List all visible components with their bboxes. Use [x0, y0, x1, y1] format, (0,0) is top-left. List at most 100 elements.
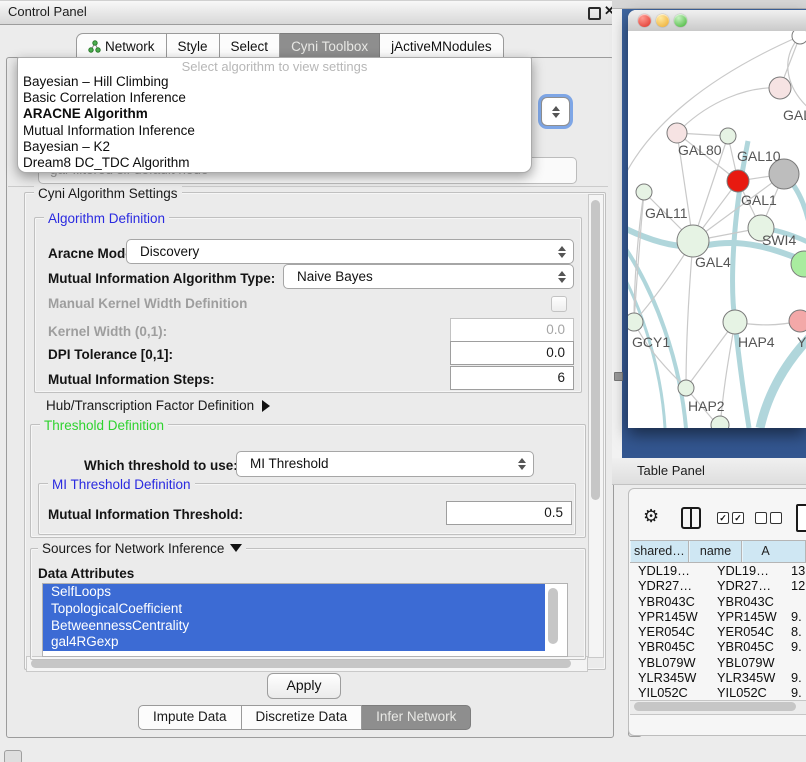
table-cell[interactable]: YPR145W — [630, 609, 710, 624]
column-header[interactable]: A — [742, 541, 806, 562]
table-cell[interactable]: YPR145W — [710, 609, 783, 624]
column-header[interactable]: name — [689, 541, 743, 562]
node-table[interactable]: shared… name A YDL19…YDL19…13YDR27…YDR27… — [630, 540, 806, 698]
tab-network[interactable]: Network — [76, 33, 167, 58]
close-window-icon[interactable] — [638, 14, 651, 27]
table-horizontal-scrollbar[interactable] — [630, 700, 806, 715]
algorithm-option[interactable]: Basic Correlation Inference — [18, 90, 531, 106]
network-node[interactable] — [678, 380, 694, 396]
network-node[interactable] — [628, 313, 643, 331]
hub-definition-expander[interactable]: Hub/Transcription Factor Definition — [46, 398, 270, 413]
table-cell[interactable]: YER054C — [710, 624, 783, 639]
attribute-item[interactable]: SelfLoops — [43, 584, 545, 601]
table-row[interactable]: YBL079WYBL079W — [630, 655, 806, 670]
algorithm-option[interactable]: Bayesian – K2 — [18, 139, 531, 155]
algorithm-option[interactable]: Bayesian – Hill Climbing — [18, 74, 531, 90]
network-node[interactable] — [769, 77, 791, 99]
table-cell[interactable]: YBL079W — [630, 655, 710, 670]
attribute-item[interactable]: BetweennessCentrality — [43, 618, 545, 635]
focused-combobox-fragment[interactable] — [541, 97, 570, 126]
table-cell[interactable]: YBR043C — [710, 594, 783, 609]
table-row[interactable]: YDL19…YDL19…13 — [630, 563, 806, 578]
float-panel-icon[interactable] — [588, 7, 601, 20]
gear-icon[interactable]: ⚙ — [643, 506, 659, 527]
select-all-checkbox-icon[interactable]: ✓ ✓ — [717, 512, 744, 524]
data-attributes-list[interactable]: SelfLoopsTopologicalCoefficientBetweenne… — [42, 583, 568, 657]
deselect-all-checkbox-icon[interactable] — [755, 512, 782, 524]
network-window-titlebar[interactable] — [628, 10, 806, 32]
attribute-item[interactable]: gal4RGexp — [43, 634, 545, 651]
network-node[interactable] — [677, 225, 709, 257]
dpi-tolerance-field[interactable]: 0.0 — [450, 341, 574, 365]
table-cell[interactable]: YDR27… — [630, 578, 710, 593]
table-cell[interactable]: YDR27… — [710, 578, 783, 593]
table-cell[interactable]: 9. — [783, 609, 802, 624]
mi-threshold-field[interactable]: 0.5 — [446, 501, 572, 525]
scrollbar-thumb[interactable] — [591, 200, 600, 500]
tab-impute-data[interactable]: Impute Data — [138, 705, 242, 730]
table-cell[interactable]: YER054C — [630, 624, 710, 639]
collapsed-arrow-icon[interactable] — [262, 400, 270, 412]
table-row[interactable]: YDR27…YDR27…12 — [630, 578, 806, 593]
table-cell[interactable]: 9. — [783, 685, 802, 698]
attribute-item[interactable]: TopologicalCoefficient — [43, 601, 545, 618]
network-node[interactable] — [723, 310, 747, 334]
algorithm-option[interactable]: ARACNE Algorithm — [18, 106, 531, 122]
table-row[interactable]: YPR145WYPR145W9. — [630, 609, 806, 624]
table-cell[interactable]: 9. — [783, 670, 802, 685]
network-node[interactable] — [667, 123, 687, 143]
minimize-window-icon[interactable] — [656, 14, 669, 27]
tab-infer-network[interactable]: Infer Network — [362, 705, 471, 730]
mi-steps-field[interactable]: 6 — [450, 366, 574, 390]
table-cell[interactable]: YIL052C — [630, 685, 710, 698]
tab-cyni-toolbox[interactable]: Cyni Toolbox — [280, 33, 380, 58]
table-row[interactable]: YBR045CYBR045C9. — [630, 639, 806, 654]
tab-select[interactable]: Select — [220, 33, 281, 58]
table-cell[interactable]: YBL079W — [710, 655, 783, 670]
tab-discretize-data[interactable]: Discretize Data — [242, 705, 363, 730]
table-cell[interactable]: 9. — [783, 639, 802, 654]
aracne-mode-combobox[interactable]: Discovery — [126, 239, 574, 264]
algorithm-option[interactable]: Mutual Information Inference — [18, 123, 531, 139]
table-row[interactable]: YLR345WYLR345W9. — [630, 670, 806, 685]
panel-splitter[interactable] — [612, 0, 622, 458]
mi-type-combobox[interactable]: Naive Bayes — [283, 264, 574, 289]
table-cell[interactable]: 12 — [783, 578, 805, 593]
table-cell[interactable]: 8. — [783, 624, 802, 639]
table-cell[interactable]: YIL052C — [710, 685, 783, 698]
table-cell[interactable]: 13 — [783, 563, 805, 578]
function-icon[interactable] — [796, 504, 806, 532]
apply-button[interactable]: Apply — [267, 673, 341, 699]
network-node[interactable] — [792, 31, 806, 44]
which-threshold-combobox[interactable]: MI Threshold — [236, 451, 534, 477]
table-cell[interactable] — [783, 655, 791, 670]
table-cell[interactable]: YDL19… — [710, 563, 783, 578]
network-node[interactable] — [711, 416, 729, 428]
table-cell[interactable] — [783, 594, 791, 609]
table-cell[interactable]: YBR045C — [630, 639, 710, 654]
network-node[interactable] — [727, 170, 749, 192]
algorithm-option[interactable]: Dream8 DC_TDC Algorithm — [18, 155, 531, 171]
splitter-grip[interactable] — [614, 372, 623, 381]
list-scrollbar-thumb[interactable] — [548, 588, 558, 644]
network-canvas[interactable]: GALGAL80GAL10GAL1GAL11SWI4GAL4GCY1HAP4YH… — [628, 31, 806, 428]
expanded-arrow-icon[interactable] — [230, 544, 242, 552]
network-window[interactable]: GALGAL80GAL10GAL1GAL11SWI4GAL4GCY1HAP4YH… — [628, 10, 806, 428]
network-node[interactable] — [789, 310, 806, 332]
network-node[interactable] — [636, 184, 652, 200]
scrollbar-thumb[interactable] — [634, 702, 796, 711]
tab-style[interactable]: Style — [167, 33, 220, 58]
table-row[interactable]: YBR043CYBR043C — [630, 594, 806, 609]
collapsed-panel-icon[interactable] — [4, 750, 22, 762]
scrollbar-thumb[interactable] — [31, 659, 571, 668]
zoom-window-icon[interactable] — [674, 14, 687, 27]
column-header[interactable]: shared… — [630, 541, 689, 562]
settings-vertical-scrollbar[interactable] — [588, 194, 604, 658]
table-row[interactable]: YIL052CYIL052C9. — [630, 685, 806, 698]
manual-kernel-checkbox[interactable] — [551, 296, 567, 312]
tab-jactivemnodules[interactable]: jActiveMNodules — [380, 33, 504, 58]
table-cell[interactable]: YBR043C — [630, 594, 710, 609]
table-cell[interactable]: YLR345W — [630, 670, 710, 685]
network-node[interactable] — [720, 128, 736, 144]
table-cell[interactable]: YLR345W — [710, 670, 783, 685]
